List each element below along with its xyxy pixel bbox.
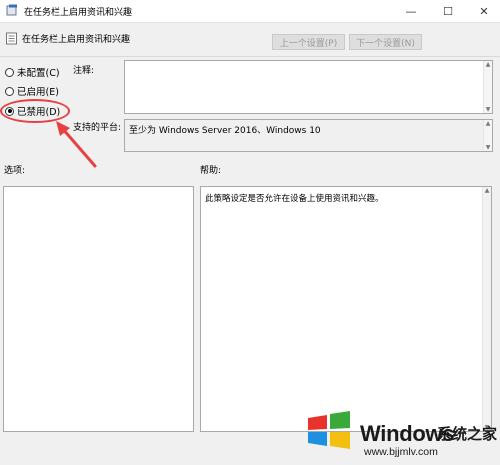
windows-logo-icon xyxy=(308,411,350,449)
comment-textarea[interactable]: ▲ ▼ xyxy=(124,60,493,114)
comment-scrollbar[interactable]: ▲ ▼ xyxy=(483,61,492,113)
scroll-down-icon[interactable]: ▼ xyxy=(486,144,491,151)
watermark-cn: 系统之家 xyxy=(437,425,498,443)
scroll-down-icon[interactable]: ▼ xyxy=(486,106,491,113)
platform-scrollbar[interactable]: ▲ ▼ xyxy=(483,120,492,151)
comment-label: 注释: xyxy=(73,66,95,76)
options-pane xyxy=(3,186,194,432)
watermark-url: www.bjjmlv.com xyxy=(364,446,438,458)
scroll-up-icon[interactable]: ▲ xyxy=(486,61,491,68)
options-label: 选项: xyxy=(4,166,26,176)
help-label: 帮助: xyxy=(200,166,222,176)
scroll-up-icon[interactable]: ▲ xyxy=(486,120,491,127)
platform-value: 至少为 Windows Server 2016、Windows 10 xyxy=(129,126,321,136)
help-text: 此策略设定是否允许在设备上使用资讯和兴趣。 xyxy=(205,194,384,204)
platform-box: 至少为 Windows Server 2016、Windows 10 ▲ ▼ xyxy=(124,119,493,152)
help-pane: 此策略设定是否允许在设备上使用资讯和兴趣。 ▲ ▼ xyxy=(200,186,492,432)
help-scrollbar[interactable]: ▲ ▼ xyxy=(482,187,491,431)
platform-label: 支持的平台: xyxy=(73,123,122,133)
scroll-up-icon[interactable]: ▲ xyxy=(485,187,490,194)
